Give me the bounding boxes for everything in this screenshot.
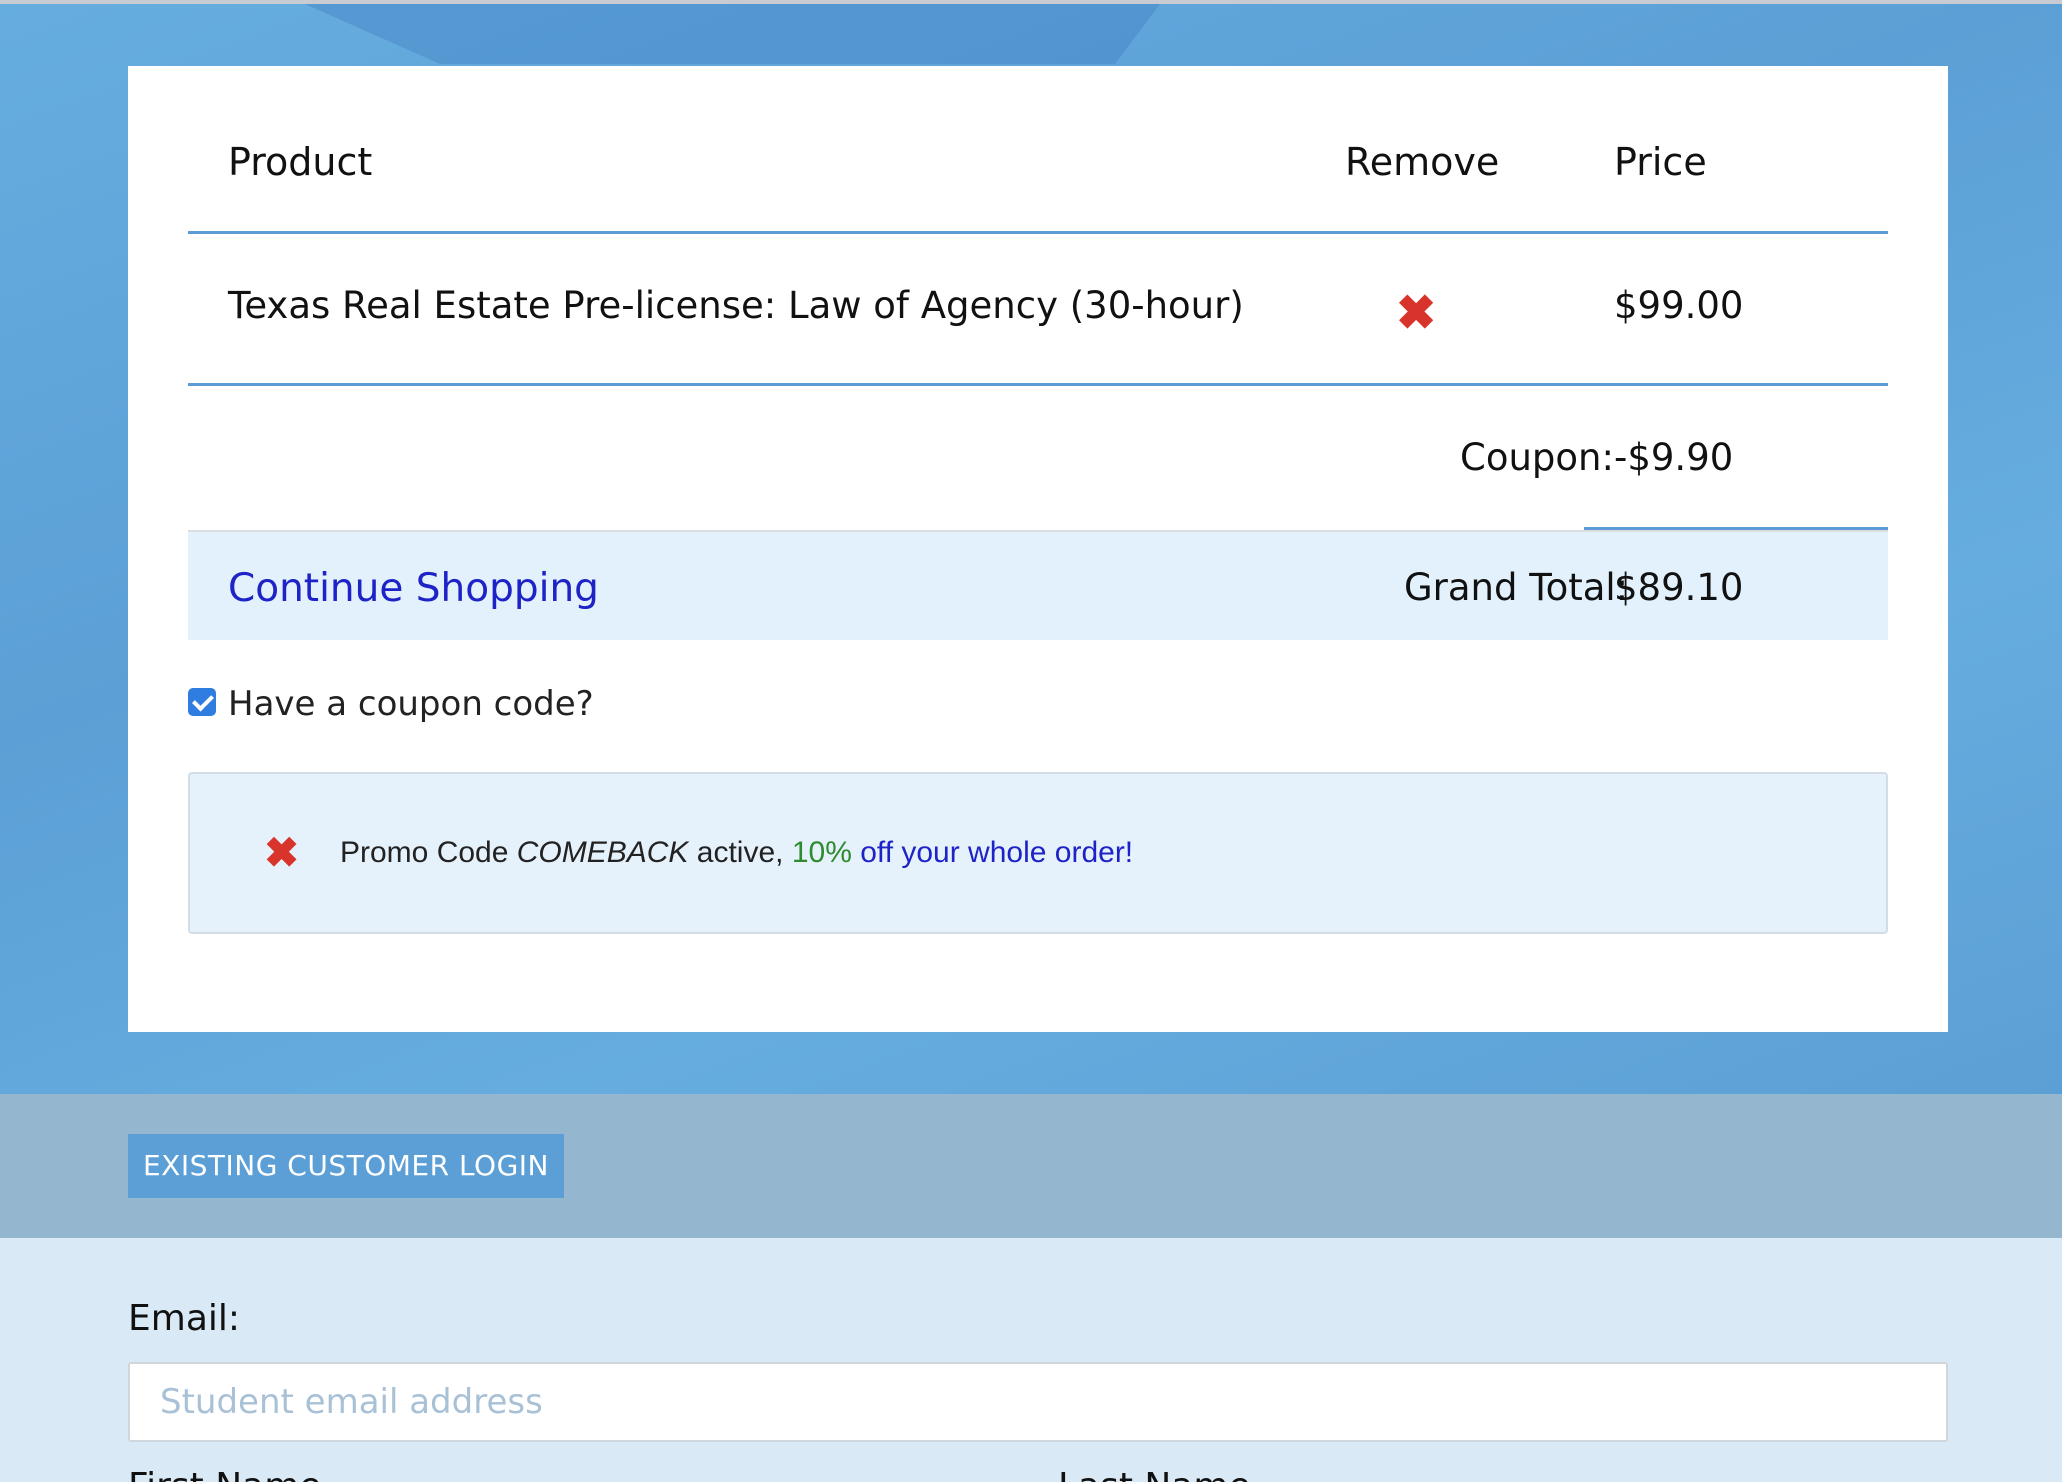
cart-card: Product Remove Price Texas Real Estate P… [128,66,1948,1032]
header-product: Product [228,140,373,184]
email-label: Email: [128,1298,241,1339]
promo-prefix: Promo Code [340,836,517,869]
header-divider [188,231,1888,234]
header-remove: Remove [1345,140,1500,184]
continue-shopping-link[interactable]: Continue Shopping [228,566,599,611]
remove-item-icon[interactable]: ✖ [1396,290,1436,338]
email-input[interactable] [128,1362,1948,1442]
coupon-checkbox[interactable] [188,688,216,716]
promo-notice: ✖ Promo Code COMEBACK active, 10% off yo… [188,772,1888,934]
existing-customer-login-button[interactable]: EXISTING CUSTOMER LOGIN [128,1134,564,1198]
header-price: Price [1614,140,1707,184]
promo-percent: 10% [791,836,852,869]
item-divider [188,383,1888,386]
coupon-label: Coupon: [1460,436,1614,479]
last-name-label: Last Name [1058,1466,1251,1482]
grand-total-value: $89.10 [1614,566,1744,609]
promo-middle: active, [688,836,792,869]
coupon-value: -$9.90 [1614,436,1734,479]
login-band: EXISTING CUSTOMER LOGIN [0,1094,2062,1238]
coupon-checkbox-label[interactable]: Have a coupon code? [228,684,594,724]
product-price: $99.00 [1614,284,1744,327]
remove-promo-icon[interactable]: ✖ [264,832,299,874]
promo-message: Promo Code COMEBACK active, 10% off your… [340,836,1133,870]
grand-total-label: Grand Total: [1404,566,1629,609]
product-name: Texas Real Estate Pre-license: Law of Ag… [228,284,1244,327]
promo-code: COMEBACK [516,836,689,869]
promo-suffix: off your whole order! [851,836,1134,869]
grand-total-row: Continue Shopping Grand Total: $89.10 [188,530,1888,640]
first-name-label: First Name [128,1466,321,1482]
signup-form: Email: First Name Last Name [0,1238,2062,1482]
